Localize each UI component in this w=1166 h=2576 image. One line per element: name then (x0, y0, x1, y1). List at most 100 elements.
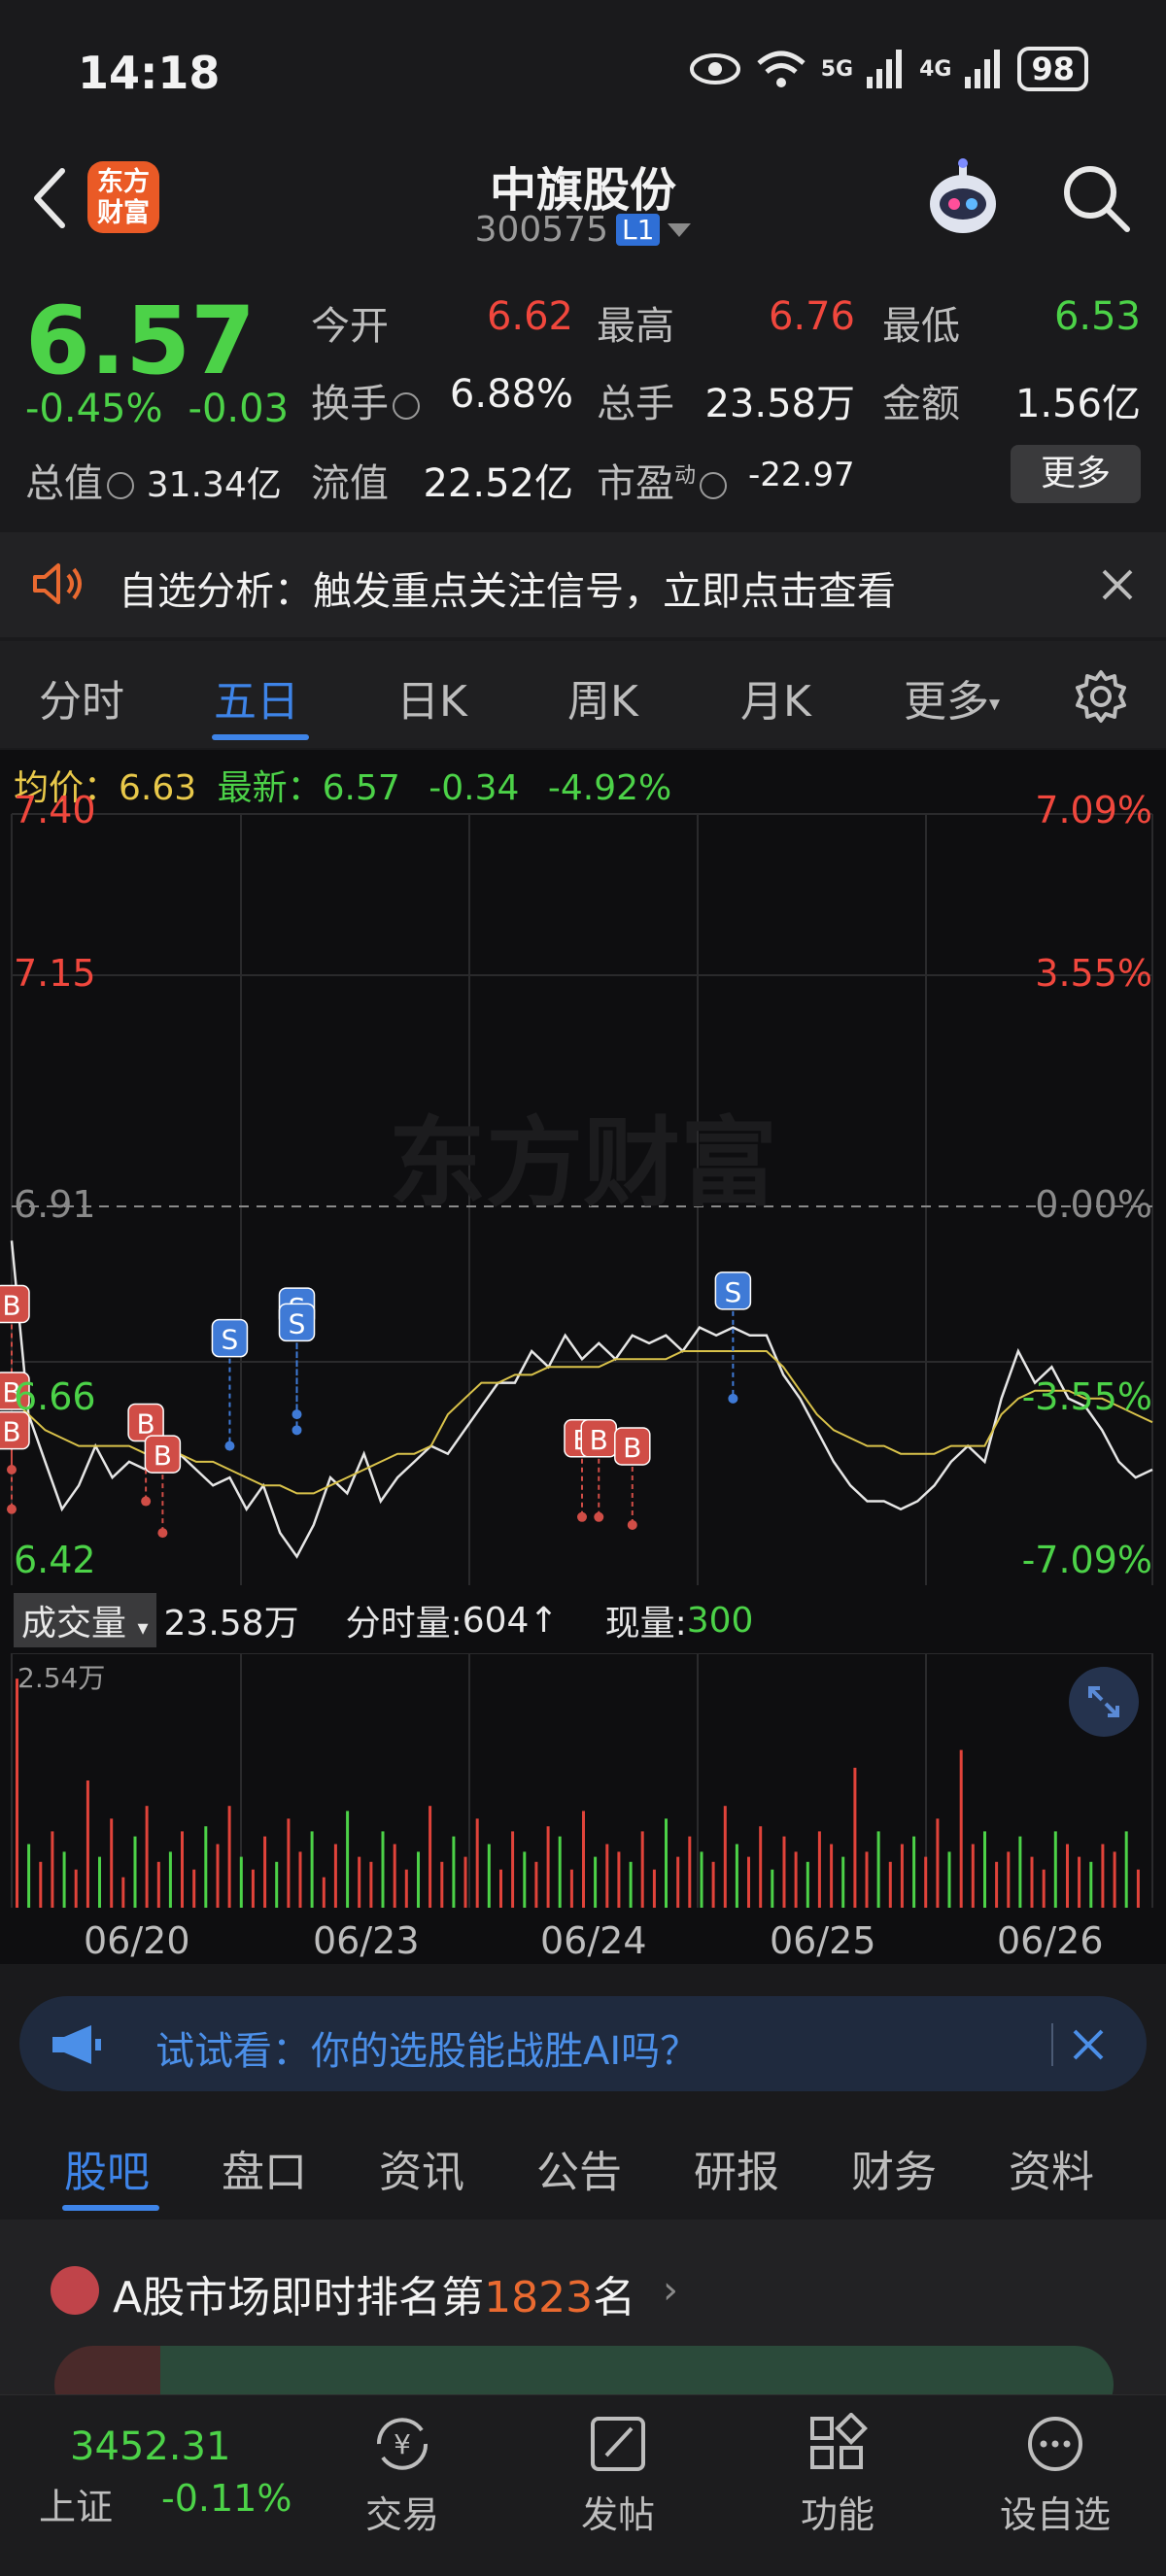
tab-profile[interactable]: 资料 (1009, 2137, 1094, 2199)
volume-bar (841, 1856, 845, 1908)
volume-bar (640, 1831, 644, 1908)
chart-period-tabs: 分时 五日 日K 周K 月K 更多▾ (0, 641, 1166, 748)
volume-bar (475, 1818, 479, 1908)
volume-bar (1007, 1851, 1011, 1908)
tab-finance[interactable]: 财务 (851, 2137, 937, 2199)
volume-bar (959, 1749, 963, 1908)
open-value: 6.62 (486, 294, 573, 339)
more-button[interactable]: 更多 (1011, 445, 1141, 503)
status-icons: 5G 4G 98 (689, 47, 1088, 91)
volume-bar (723, 1806, 727, 1908)
high-value: 6.76 (768, 294, 855, 339)
ranking-prefix: A股市场即时排名第 (113, 2273, 485, 2322)
volume-bar (1030, 1856, 1034, 1908)
nav-trade-label: 交易 (364, 2493, 439, 2536)
volume-bar (452, 1836, 456, 1908)
close-icon[interactable] (1098, 565, 1137, 604)
ranking-number: 1823 (484, 2273, 594, 2322)
volume-bar (98, 1856, 101, 1908)
volume-bar (404, 1869, 408, 1908)
y-label-left-1: 7.15 (14, 952, 96, 995)
volume-bar (1089, 1861, 1093, 1908)
tab-more-label: 更多 (904, 677, 989, 727)
volume-bar (1113, 1851, 1116, 1908)
index-value: 3452.31 (70, 2424, 231, 2469)
close-icon[interactable] (1069, 2025, 1108, 2064)
nav-functions-label: 功能 (800, 2493, 874, 2536)
tab-more[interactable]: 更多▾ (904, 666, 1000, 729)
volume-bar (121, 1877, 125, 1908)
y-label-right-4: -7.09% (1021, 1539, 1152, 1581)
volume-bar (86, 1780, 89, 1908)
volume-bar (358, 1856, 361, 1908)
volume-bar (440, 1861, 444, 1908)
volume-bar (1101, 1844, 1105, 1908)
nav-functions[interactable]: 功能 (770, 2405, 906, 2538)
alert-text: 自选分析：触发重点关注信号，立即点击查看 (119, 569, 896, 614)
volume-bar (1136, 1869, 1140, 1908)
volume-bar (676, 1856, 680, 1908)
volume-bar (806, 1861, 809, 1908)
volume-bar (499, 1869, 502, 1908)
tab-news[interactable]: 资讯 (379, 2137, 464, 2199)
status-bar: 14:18 5G 4G 98 (0, 0, 1166, 146)
analysis-alert[interactable]: 自选分析：触发重点关注信号，立即点击查看 (0, 532, 1166, 637)
info-icon (700, 472, 728, 499)
ai-banner-text: 试试看：你的选股能战胜AI吗？ (155, 2029, 700, 2074)
tab-weekly-k[interactable]: 周K (567, 666, 638, 729)
active-tab-indicator (62, 2205, 159, 2211)
ranking-text: A股市场即时排名第1823名 (113, 2262, 635, 2324)
robot-avatar-icon[interactable] (919, 155, 1007, 243)
volume-bar (487, 1844, 491, 1908)
yuan-exchange-icon: ¥ (376, 2418, 429, 2470)
open-label: 今开 (311, 304, 389, 349)
turnover-label[interactable]: 换手 (311, 372, 420, 428)
price-line (10, 1240, 1153, 1559)
tab-monthly-k[interactable]: 月K (740, 666, 811, 729)
nav-post[interactable]: 发帖 (550, 2405, 686, 2538)
volume-bar (369, 1861, 373, 1908)
volume-bar (888, 1861, 892, 1908)
y-label-left-2: 6.91 (14, 1183, 96, 1226)
volume-bar (947, 1851, 951, 1908)
tab-pankou[interactable]: 盘口 (222, 2137, 307, 2199)
volume-bar (204, 1826, 208, 1908)
volume-indicator-select[interactable]: 成交量 ▾ (14, 1593, 156, 1647)
svg-text:S: S (289, 1307, 306, 1339)
volume-bar (275, 1861, 279, 1908)
total-value[interactable]: 总值 31.34亿 (25, 452, 282, 508)
gear-icon[interactable] (1073, 668, 1129, 725)
volume-bar (192, 1869, 196, 1908)
market-ranking[interactable]: A股市场即时排名第1823名 › (0, 2220, 1166, 2423)
chevron-down-icon (668, 222, 692, 237)
volume-bar (569, 1869, 573, 1908)
tab-guba[interactable]: 股吧 (64, 2137, 150, 2199)
tab-announcements[interactable]: 公告 (536, 2137, 622, 2199)
volume-bar (523, 1851, 527, 1908)
volume-bar (747, 1856, 750, 1908)
x-label-2: 06/24 (540, 1919, 647, 1962)
bottom-nav: 3452.31 上证 -0.11% ¥ 交易 发帖 功能 设自选 (0, 2394, 1166, 2576)
tab-intraday[interactable]: 分时 (39, 666, 124, 729)
tab-research[interactable]: 研报 (694, 2137, 779, 2199)
megaphone-icon (52, 2025, 101, 2064)
price-chart-area[interactable]: 均价：6.63 最新：6.57 -0.34 -4.92% 东方财富 BBBBBS… (0, 750, 1166, 1964)
volume-bar (582, 1811, 585, 1908)
volume-bar (156, 1861, 160, 1908)
tab-five-day[interactable]: 五日 (214, 666, 299, 729)
nav-add-watchlist[interactable]: 设自选 (987, 2405, 1123, 2538)
ai-challenge-banner[interactable]: 试试看：你的选股能战胜AI吗？ (19, 1996, 1147, 2091)
volume-bar (310, 1831, 314, 1908)
volume-bar (971, 1844, 975, 1908)
x-label-0: 06/20 (84, 1919, 190, 1962)
nav-trade[interactable]: ¥ 交易 (334, 2405, 470, 2538)
change-pct: -0.45% (25, 387, 163, 431)
amount-value: 1.56亿 (1014, 382, 1141, 426)
pe-label[interactable]: 市盈动 (597, 452, 728, 508)
y-label-right-2: 0.00% (1035, 1183, 1152, 1226)
volume-bar (936, 1818, 940, 1908)
sell-signal-marker: S (211, 1318, 249, 1451)
volume-bar (995, 1861, 999, 1908)
search-icon[interactable] (1059, 161, 1133, 235)
tab-daily-k[interactable]: 日K (396, 666, 467, 729)
